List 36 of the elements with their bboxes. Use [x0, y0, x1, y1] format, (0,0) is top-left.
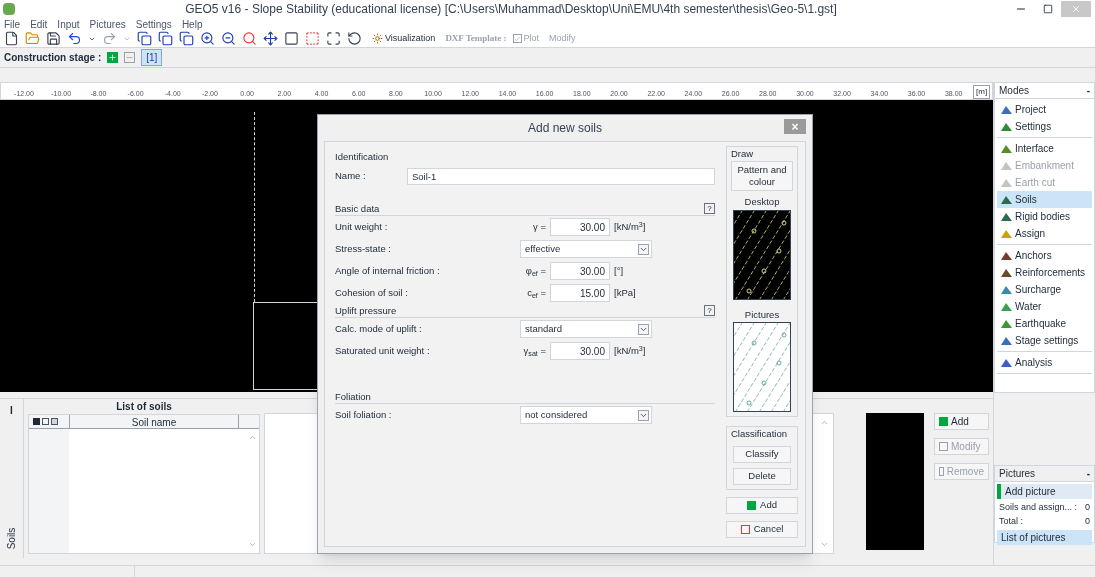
- section-title: Classification: [730, 426, 787, 441]
- picture-count: 0: [1085, 501, 1090, 514]
- picture-count-label: Soils and assign... :: [999, 501, 1078, 514]
- panel-marker: I: [10, 404, 13, 418]
- picture-count-label: Total :: [999, 514, 1023, 528]
- section-title: Basic data: [335, 201, 380, 216]
- unit-label: [kN/m$^{3}$]: [614, 220, 646, 235]
- list-title: List of soils: [115, 400, 173, 414]
- dialog-title: Add new soils: [527, 120, 602, 137]
- field-label: Stress-state :: [335, 242, 392, 257]
- panel-title: Modes: [999, 84, 1029, 98]
- field-label: Calc. mode of uplift :: [335, 322, 423, 337]
- symbol-label: φ$_{ef}$ =: [524, 264, 547, 279]
- section-title: Draw: [730, 147, 754, 161]
- symbol-label: c$_{ef}$ =: [526, 286, 547, 301]
- construction-stage-label: Construction stage :: [4, 51, 102, 65]
- section-title: Uplift pressure: [335, 303, 397, 318]
- window-title: GEO5 v16 - Slope Stability (educational license) [C:\Users\Muhammad\Desktop\Uni\EMU\4th semester\thesis\Geo-5\1.gst]: [184, 1, 838, 18]
- unit-label: [°]: [614, 264, 624, 279]
- ruler-unit: [m]: [973, 85, 991, 99]
- picture-count: 0: [1085, 514, 1090, 528]
- field-label: Angle of internal friction :: [335, 264, 441, 279]
- panel-title: Pictures: [999, 467, 1036, 481]
- section-title: Identification: [335, 150, 390, 164]
- symbol-label: γ$_{sat}$ =: [522, 344, 547, 359]
- preview-label: Desktop: [744, 195, 780, 210]
- field-label: Saturated unit weight :: [335, 344, 431, 359]
- field-label: Unit weight :: [335, 220, 389, 235]
- preview-label: Pictures: [744, 307, 780, 322]
- section-title: Foliation: [335, 389, 371, 404]
- unit-label: [kN/m$^{3}$]: [614, 344, 646, 359]
- field-label: Soil foliation :: [335, 408, 393, 423]
- symbol-label: γ =: [532, 220, 547, 235]
- unit-label: [kPa]: [614, 286, 636, 301]
- field-label: Name :: [335, 169, 367, 184]
- field-label: Cohesion of soil :: [335, 286, 409, 301]
